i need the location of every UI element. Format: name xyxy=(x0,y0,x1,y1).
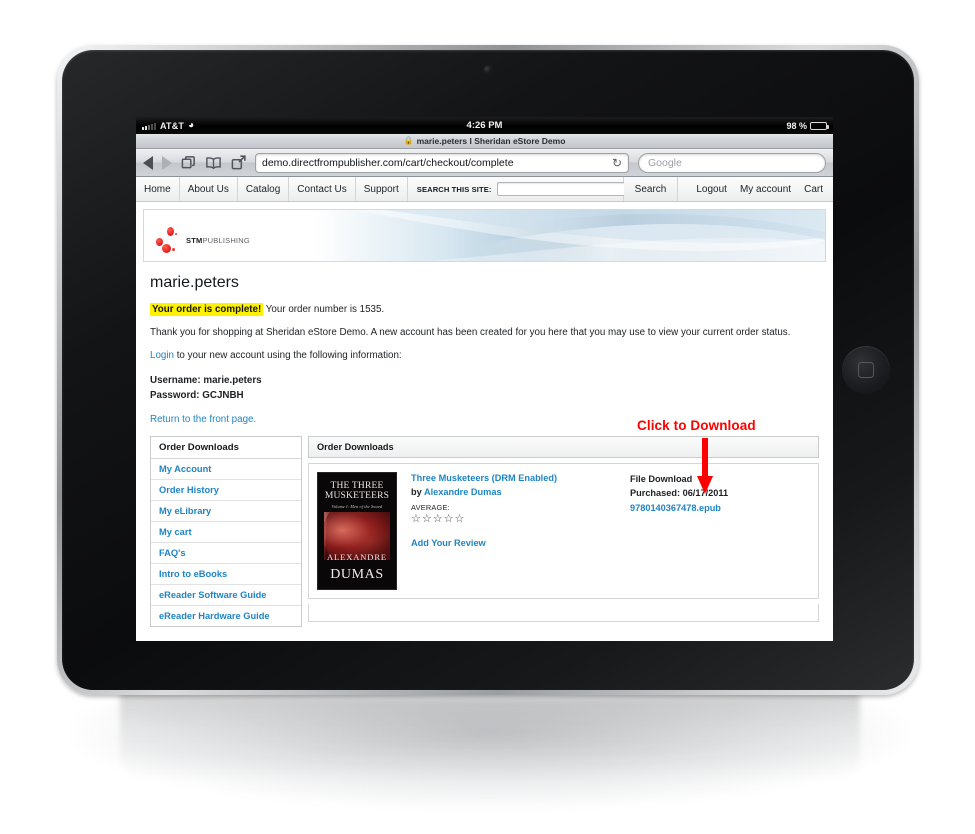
cover-subtitle: Volume I: Men of the Sword xyxy=(331,504,383,510)
site-logo-text: STMPUBLISHING xyxy=(186,236,250,245)
sidebar-header: Order Downloads xyxy=(151,437,301,460)
login-instruction-rest: to your new account using the following … xyxy=(173,350,402,362)
download-item-row: THE THREE MUSKETEERS Volume I: Men of th… xyxy=(308,463,819,600)
login-instruction-line: Login to your new account using the foll… xyxy=(150,349,819,362)
password-line: Password: GCJNBH xyxy=(150,389,244,401)
sidebar-item-my-account[interactable]: My Account xyxy=(151,459,301,481)
browser-search-placeholder: Google xyxy=(648,156,682,169)
sidebar-item-ereader-hardware-guide[interactable]: eReader Hardware Guide xyxy=(151,606,301,627)
page-content: marie.peters Your order is complete! You… xyxy=(136,262,833,628)
order-downloads-panel-title: Order Downloads xyxy=(308,436,819,459)
book-author-link[interactable]: Alexandre Dumas xyxy=(424,487,502,497)
book-metadata: Three Musketeers (DRM Enabled) by Alexan… xyxy=(411,472,616,590)
average-rating-label: AVERAGE: xyxy=(411,502,450,512)
logo-text-bold: STM xyxy=(186,235,203,245)
wifi-icon: ◕ xyxy=(188,119,195,131)
bookmarks-book-icon[interactable] xyxy=(205,156,222,170)
site-banner: STMPUBLISHING xyxy=(143,209,826,262)
file-download-label: File Download xyxy=(630,474,693,485)
nav-tab-support[interactable]: Support xyxy=(356,177,408,201)
order-downloads-panel: Order Downloads THE THREE MUSKETEERS Vol… xyxy=(308,436,819,627)
battery-icon xyxy=(810,121,829,130)
site-logo[interactable]: STMPUBLISHING xyxy=(156,227,250,253)
purchased-date: Purchased: 06/17/2011 xyxy=(630,488,729,499)
status-bar-right: 98 % xyxy=(786,120,829,131)
account-sidebar: Order Downloads My Account Order History… xyxy=(150,436,302,628)
page-title: marie.peters I Sheridan eStore Demo xyxy=(416,136,566,146)
nav-tab-about-us[interactable]: About Us xyxy=(180,177,238,201)
by-prefix: by xyxy=(411,487,424,498)
order-status-line: Your order is complete! Your order numbe… xyxy=(150,303,819,316)
status-bar-clock: 4:26 PM xyxy=(466,120,503,131)
carrier-label: AT&T xyxy=(160,120,185,131)
nav-tab-home[interactable]: Home xyxy=(136,177,180,201)
site-search-button[interactable]: Search xyxy=(623,177,679,201)
star-rating[interactable]: ☆☆☆☆☆ xyxy=(411,513,616,526)
home-button-square-icon xyxy=(858,362,874,378)
cover-title: THE THREE MUSKETEERS xyxy=(324,481,390,502)
file-download-column: File Download Purchased: 06/17/2011 9780… xyxy=(630,472,810,590)
signal-bars-icon xyxy=(142,122,156,130)
book-cover-image: THE THREE MUSKETEERS Volume I: Men of th… xyxy=(317,472,397,591)
ipad-screen: AT&T ◕ 4:26 PM 98 % 🔒 marie.peters I She… xyxy=(136,117,833,641)
username-line: Username: marie.peters xyxy=(150,374,262,386)
pages-icon[interactable] xyxy=(181,155,196,170)
add-your-review-link[interactable]: Add Your Review xyxy=(411,537,486,551)
safari-toolbar: demo.directfrompublisher.com/cart/checko… xyxy=(136,149,833,177)
page-title: marie.peters xyxy=(150,274,239,291)
cover-author-first-name: ALEXANDRE xyxy=(326,552,388,563)
book-byline: by Alexandre Dumas xyxy=(411,486,616,500)
battery-percent-label: 98 % xyxy=(786,120,807,131)
sidebar-item-intro-to-ebooks[interactable]: Intro to eBooks xyxy=(151,564,301,586)
book-title-link[interactable]: Three Musketeers (DRM Enabled) xyxy=(411,472,616,486)
cart-link[interactable]: Cart xyxy=(804,184,823,195)
credentials-block: Username: marie.peters Password: GCJNBH xyxy=(150,373,819,403)
nav-tab-contact-us[interactable]: Contact Us xyxy=(289,177,356,201)
annotation-label: Click to Download xyxy=(637,418,756,433)
browser-search-input[interactable]: Google xyxy=(638,152,826,173)
status-badge: Your order is complete! xyxy=(150,303,264,316)
lock-icon: 🔒 xyxy=(403,136,414,145)
url-address-bar[interactable]: demo.directfrompublisher.com/cart/checko… xyxy=(255,152,629,173)
sidebar-item-my-elibrary[interactable]: My eLibrary xyxy=(151,501,301,523)
my-account-link[interactable]: My account xyxy=(740,184,791,195)
stm-publishing-logo-icon xyxy=(156,227,182,253)
epub-file-download-link[interactable]: 9780140367478.epub xyxy=(630,503,721,513)
return-to-front-page-link[interactable]: Return to the front page. xyxy=(150,414,256,425)
sidebar-item-ereader-software-guide[interactable]: eReader Software Guide xyxy=(151,585,301,607)
order-downloads-region: Order Downloads My Account Order History… xyxy=(150,436,819,628)
download-item-row-partial xyxy=(308,604,819,623)
sidebar-item-order-history[interactable]: Order History xyxy=(151,480,301,502)
logout-link[interactable]: Logout xyxy=(696,184,727,195)
thank-you-text: Thank you for shopping at Sheridan eStor… xyxy=(150,327,791,339)
webpage-viewport: Home About Us Catalog Contact Us Support… xyxy=(136,177,833,641)
device-reflection xyxy=(120,690,860,780)
device-stage: AT&T ◕ 4:26 PM 98 % 🔒 marie.peters I She… xyxy=(0,0,975,834)
sidebar-item-my-cart[interactable]: My cart xyxy=(151,522,301,544)
ios-status-bar: AT&T ◕ 4:26 PM 98 % xyxy=(136,117,833,134)
back-arrow-icon[interactable] xyxy=(143,155,153,170)
reload-icon[interactable]: ↻ xyxy=(612,156,622,170)
front-camera-icon xyxy=(484,66,492,74)
order-number-text: Your order number is 1535. xyxy=(265,304,385,315)
nav-tab-catalog[interactable]: Catalog xyxy=(238,177,290,201)
login-link[interactable]: Login xyxy=(150,350,174,361)
status-bar-left: AT&T ◕ xyxy=(142,119,195,131)
url-text: demo.directfrompublisher.com/cart/checko… xyxy=(262,156,514,169)
logo-text-light: PUBLISHING xyxy=(202,235,250,245)
down-arrow-annotation-icon xyxy=(697,438,713,494)
account-links: Logout My account Cart xyxy=(678,177,833,201)
home-button[interactable] xyxy=(842,346,890,394)
site-search-block: SEARCH THIS SITE: xyxy=(408,177,647,201)
site-navigation-bar: Home About Us Catalog Contact Us Support… xyxy=(136,177,833,202)
forward-arrow-icon[interactable] xyxy=(162,155,172,170)
cover-author-last-name: DUMAS xyxy=(330,567,384,583)
safari-page-title-bar: 🔒 marie.peters I Sheridan eStore Demo xyxy=(136,134,833,149)
sidebar-item-faqs[interactable]: FAQ's xyxy=(151,543,301,565)
share-icon[interactable] xyxy=(231,155,246,170)
site-search-label: SEARCH THIS SITE: xyxy=(416,184,492,194)
